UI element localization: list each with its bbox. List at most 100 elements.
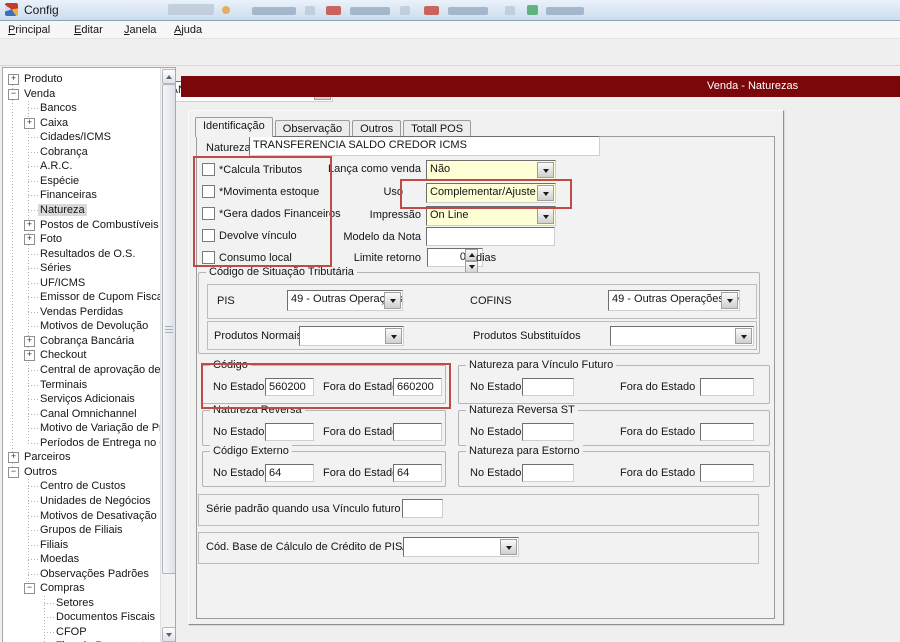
consumo-local-checkbox[interactable] xyxy=(202,251,215,264)
expand-plus-icon[interactable]: + xyxy=(24,335,35,347)
expand-plus-icon[interactable]: + xyxy=(24,219,35,231)
tree-item-cobranca[interactable]: Cobrança xyxy=(3,145,161,159)
expand-plus-icon[interactable]: + xyxy=(24,117,35,129)
produtos-normais-combo[interactable] xyxy=(299,326,404,346)
scrollbar-thumb[interactable] xyxy=(162,84,175,574)
natureza-para-estorno-fora-do-estado-input[interactable] xyxy=(700,464,754,482)
natureza-para-vinculo-futuro-fora-do-estado-input[interactable] xyxy=(700,378,754,396)
tree-item-documentos-fiscais[interactable]: Documentos Fiscais xyxy=(3,610,161,624)
tree-item-parceiros[interactable]: + Parceiros xyxy=(3,450,161,464)
tab-outros[interactable]: Outros xyxy=(352,120,402,136)
tree-item-cobranca-bancaria[interactable]: + Cobrança Bancária xyxy=(3,334,161,348)
natureza-reversa-fora-do-estado-input[interactable] xyxy=(393,423,442,441)
lanca-como-venda-combo[interactable]: Não xyxy=(426,160,556,180)
tree-item-cfop[interactable]: CFOP xyxy=(3,625,161,639)
tree-item-emissor-de-cupom-fiscal[interactable]: Emissor de Cupom Fiscal xyxy=(3,290,161,304)
movimenta-estoque-checkbox[interactable] xyxy=(202,185,215,198)
natureza-reversa-no-estado-input[interactable] xyxy=(265,423,314,441)
tree-item-vendas-perdidas[interactable]: Vendas Perdidas xyxy=(3,305,161,319)
natureza-reversa-st-fora-do-estado-input[interactable] xyxy=(700,423,754,441)
collapse-minus-icon[interactable]: − xyxy=(8,466,19,478)
expand-plus-icon[interactable]: + xyxy=(24,350,35,362)
tree-item-foto[interactable]: + Foto xyxy=(3,232,161,246)
dropdown-button[interactable] xyxy=(537,162,554,178)
dropdown-button[interactable] xyxy=(385,328,402,344)
modelo-da-nota-input[interactable] xyxy=(426,227,555,246)
tree-item-financeiras[interactable]: Financeiras xyxy=(3,188,161,202)
calcula-tributos-checkbox[interactable] xyxy=(202,163,215,176)
scroll-down-button[interactable] xyxy=(162,627,175,642)
tree-item-checkout[interactable]: + Checkout xyxy=(3,348,161,362)
tree-item-compras[interactable]: − Compras xyxy=(3,581,161,595)
natureza-reversa-st-no-estado-input[interactable] xyxy=(522,423,574,441)
tree-item-cidades-icms[interactable]: Cidades/ICMS xyxy=(3,130,161,144)
codigo-externo-fora-do-estado-input[interactable]: 64 xyxy=(393,464,442,482)
tree-item-bancos[interactable]: Bancos xyxy=(3,101,161,115)
tree-item-venda[interactable]: − Venda xyxy=(3,87,161,101)
tree-item-terminais[interactable]: Terminais xyxy=(3,378,161,392)
expand-plus-icon[interactable]: + xyxy=(8,74,19,85)
natureza-para-estorno-no-estado-input[interactable] xyxy=(522,464,574,482)
dropdown-button[interactable] xyxy=(384,292,401,309)
tree-item-observacoes-padroes[interactable]: Observações Padrões xyxy=(3,567,161,581)
pis-combo[interactable]: 49 - Outras Operações de xyxy=(287,290,403,311)
codigo-no-estado-input[interactable]: 560200 xyxy=(265,378,314,396)
impressao-combo[interactable]: On Line xyxy=(426,206,556,226)
collapse-minus-icon[interactable]: − xyxy=(24,583,35,595)
dropdown-button[interactable] xyxy=(721,292,738,309)
natureza-input[interactable]: TRANSFERENCIA SALDO CREDOR ICMS xyxy=(249,136,600,156)
menu-item-ajuda[interactable]: Ajuda xyxy=(170,23,206,37)
collapse-minus-icon[interactable]: − xyxy=(8,88,19,100)
tree-item-periodos-de-entrega-no-orde[interactable]: Períodos de Entrega no Orde xyxy=(3,436,161,450)
tree-item-motivo-de-variacao-de-preco[interactable]: Motivo de Variação de Preço xyxy=(3,421,161,435)
tab-identificacao[interactable]: Identificação xyxy=(195,117,273,137)
dropdown-button[interactable] xyxy=(537,185,554,201)
tab-observacao[interactable]: Observação xyxy=(274,120,351,136)
tree-item-setores[interactable]: Setores xyxy=(3,596,161,610)
tree-item-outros[interactable]: − Outros xyxy=(3,465,161,479)
tree-item-centro-de-custos[interactable]: Centro de Custos xyxy=(3,479,161,493)
tree-item-postos-de-combustiveis[interactable]: + Postos de Combustíveis xyxy=(3,218,161,232)
tree-item-canal-omnichannel[interactable]: Canal Omnichannel xyxy=(3,407,161,421)
tree-scrollbar[interactable] xyxy=(160,68,175,642)
tree-item-motivos-de-desativacao[interactable]: Motivos de Desativação xyxy=(3,509,161,523)
cofins-combo[interactable]: 49 - Outras Operações de xyxy=(608,290,740,311)
tree-item-servicos-adicionais[interactable]: Serviços Adicionais xyxy=(3,392,161,406)
menu-item-editar[interactable]: Editar xyxy=(70,23,107,37)
title-bar[interactable]: Config xyxy=(0,0,900,21)
produtos-substituidos-combo[interactable] xyxy=(610,326,754,346)
tree-item-natureza[interactable]: Natureza xyxy=(3,203,161,217)
dropdown-button[interactable] xyxy=(537,208,554,224)
tree-item-caixa[interactable]: + Caixa xyxy=(3,116,161,130)
tree-item-moedas[interactable]: Moedas xyxy=(3,552,161,566)
tree-item-label: Cidades/ICMS xyxy=(40,131,111,144)
cod-base-combo[interactable] xyxy=(403,537,519,557)
natureza-para-vinculo-futuro-no-estado-input[interactable] xyxy=(522,378,574,396)
gera-dados-financeiros-checkbox[interactable] xyxy=(202,207,215,220)
uso-combo[interactable]: Complementar/Ajuste xyxy=(426,183,556,203)
tree-item-especie[interactable]: Espécie xyxy=(3,174,161,188)
tree-item-a-r-c[interactable]: A.R.C. xyxy=(3,159,161,173)
tree-item-label: UF/ICMS xyxy=(40,276,86,289)
tree-item-unidades-de-negocios[interactable]: Unidades de Negócios xyxy=(3,494,161,508)
expand-plus-icon[interactable]: + xyxy=(24,234,35,246)
tree-item-uf-icms[interactable]: UF/ICMS xyxy=(3,276,161,290)
serie-padrao-input[interactable] xyxy=(402,499,443,518)
tab-totall-pos[interactable]: Totall POS xyxy=(403,120,472,136)
tree-item-central-de-aprovacao-de-cre[interactable]: Central de aprovação de cré xyxy=(3,363,161,377)
tree-item-resultados-de-o-s[interactable]: Resultados de O.S. xyxy=(3,247,161,261)
menu-item-janela[interactable]: Janela xyxy=(120,23,160,37)
dropdown-button[interactable] xyxy=(500,539,517,555)
tree-item-produto[interactable]: + Produto xyxy=(3,72,161,86)
tree-item-filiais[interactable]: Filiais xyxy=(3,538,161,552)
devolve-vinculo-checkbox[interactable] xyxy=(202,229,215,242)
tree-item-grupos-de-filiais[interactable]: Grupos de Filiais xyxy=(3,523,161,537)
tree-item-series[interactable]: Séries xyxy=(3,261,161,275)
tree-item-motivos-de-devolucao[interactable]: Motivos de Devolução xyxy=(3,319,161,333)
codigo-externo-no-estado-input[interactable]: 64 xyxy=(265,464,314,482)
menu-item-principal[interactable]: Principal xyxy=(4,23,54,37)
scroll-up-button[interactable] xyxy=(162,69,175,84)
expand-plus-icon[interactable]: + xyxy=(8,452,19,464)
codigo-fora-do-estado-input[interactable]: 660200 xyxy=(393,378,442,396)
dropdown-button[interactable] xyxy=(735,328,752,344)
